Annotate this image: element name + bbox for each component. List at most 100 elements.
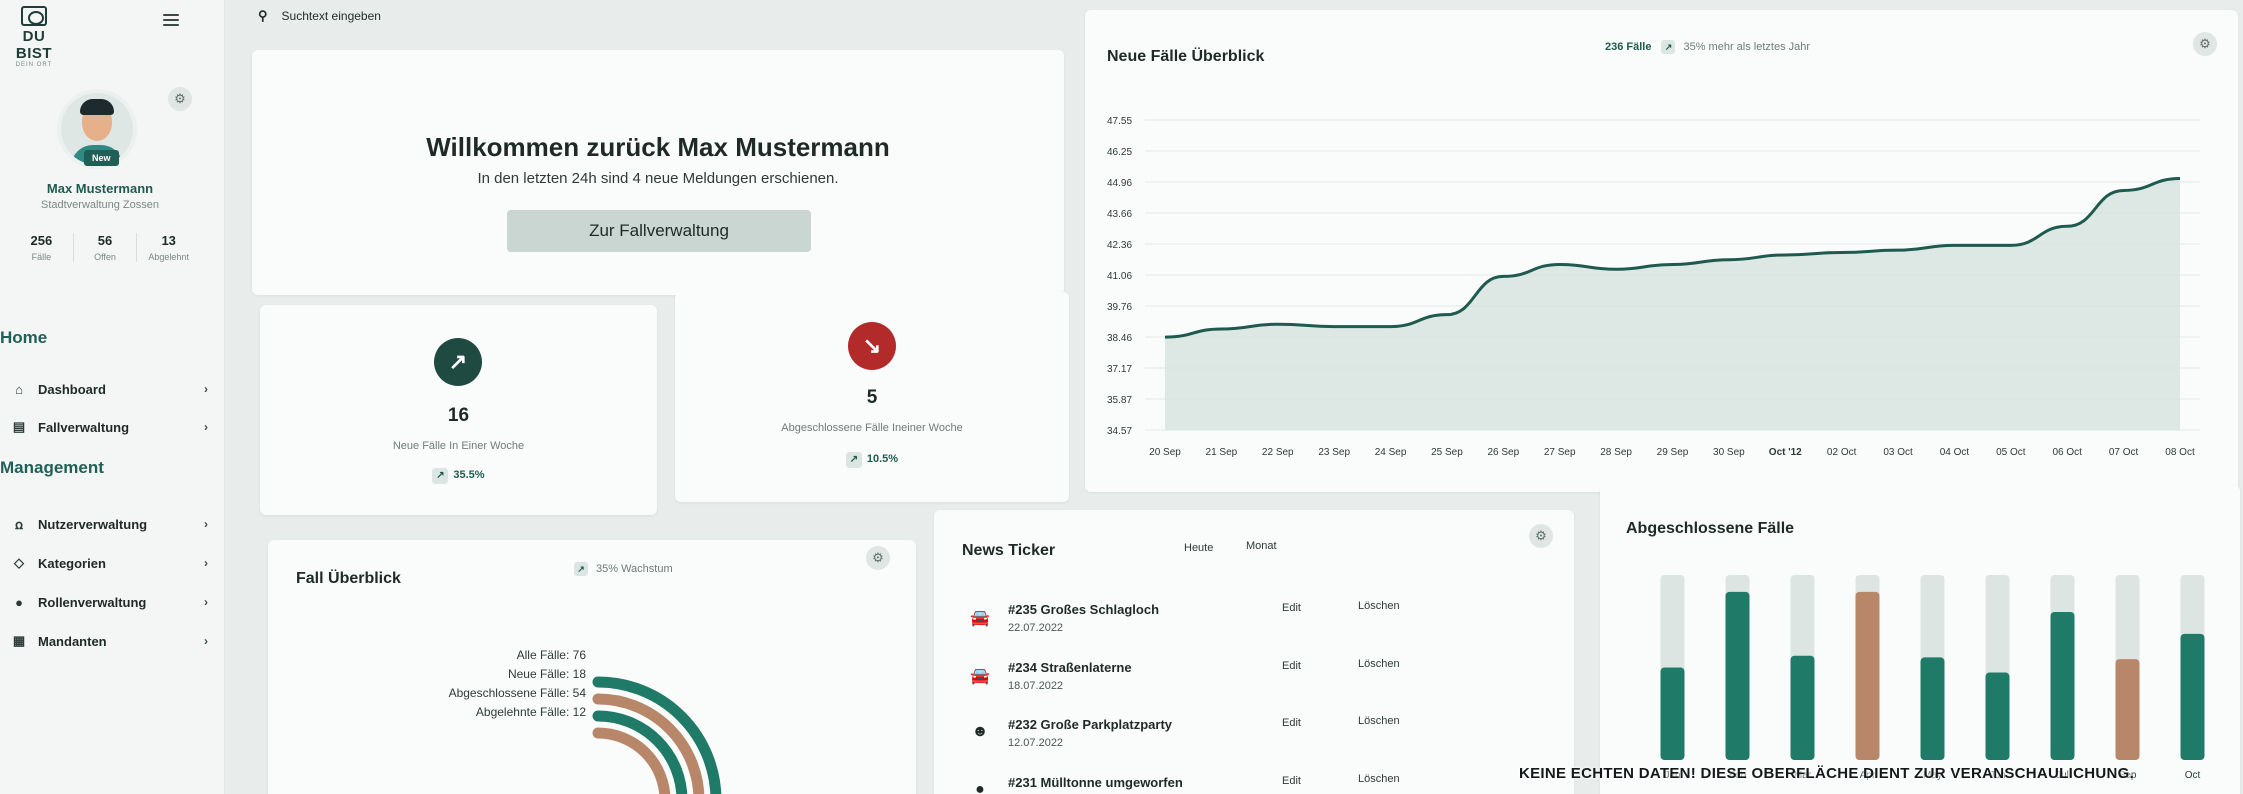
x-tick-label: 28 Sep — [1600, 447, 1632, 458]
news-item[interactable]: ☻ #232 Große Parkplatzparty 12.07.2022 E… — [968, 715, 1408, 765]
welcome-card: Willkommen zurück Max Mustermann In den … — [252, 50, 1064, 295]
profile-settings-gear-icon[interactable]: ⚙ — [168, 87, 192, 111]
bar — [1920, 657, 1945, 760]
bar — [1855, 591, 1880, 760]
logo-name: DU BIST — [15, 28, 53, 62]
news-item[interactable]: 🚘 #235 Großes Schlagloch 22.07.2022 Edit… — [968, 600, 1408, 650]
edit-button[interactable]: Edit — [1282, 775, 1301, 787]
sidebar-item-fallverwaltung[interactable]: ▤ Fallverwaltung › — [8, 415, 208, 439]
sidebar-item-dashboard[interactable]: ⌂ Dashboard › — [8, 377, 208, 401]
trend-up-icon: ↗ — [845, 452, 862, 468]
profile-stats: 256 Fälle 56 Offen 13 Abgelehnt — [10, 233, 200, 262]
news-item[interactable]: ● #231 Mülltonne umgeworfen Edit Löschen — [968, 773, 1408, 794]
x-tick-label: 26 Sep — [1487, 447, 1519, 458]
y-tick-label: 37.17 — [1107, 364, 1132, 375]
logo-icon — [21, 6, 47, 26]
arrow-up-right-icon: ↗ — [434, 338, 482, 386]
edit-button[interactable]: Edit — [1282, 602, 1301, 614]
disclaimer-text: KEINE ECHTEN DATEN! DIESE OBERFLÄCHE DIE… — [1519, 765, 2135, 782]
x-tick-label: 25 Sep — [1431, 447, 1463, 458]
kpi-value: 5 — [866, 387, 878, 408]
x-tick-label: Oct '12 — [1769, 447, 1802, 458]
line-chart: 47.55 46.25 44.96 43.66 42.36 41.06 39.76 38.46… — [1107, 116, 2200, 458]
y-tick-label: 42.36 — [1107, 240, 1132, 251]
tab-today[interactable]: Heute — [1184, 542, 1213, 554]
sidebar-item-label: Nutzerverwaltung — [38, 516, 148, 532]
x-tick-label: 03 Oct — [1883, 447, 1913, 458]
chevron-right-icon: › — [204, 382, 208, 396]
kpi-card-new-cases: ↗ 16 Neue Fälle In Einer Woche ↗ 35.5% — [260, 305, 657, 515]
sidebar-item-nutzerverwaltung[interactable]: ꭥ Nutzerverwaltung › — [8, 512, 208, 536]
x-tick-label: 08 Oct — [2165, 447, 2195, 458]
y-tick-label: 46.25 — [1107, 147, 1132, 158]
trend-up-icon: ↗ — [432, 468, 449, 484]
party-icon: ☻ — [971, 723, 989, 740]
x-tick-label: Oct — [2185, 770, 2201, 781]
tag-icon: ◇ — [14, 555, 24, 570]
area-fill — [1165, 178, 2180, 430]
search-icon: ⚲ — [258, 8, 268, 23]
x-tick-label: 27 Sep — [1544, 447, 1576, 458]
bar — [1985, 672, 2010, 760]
stat-open: 56 Offen — [74, 233, 138, 262]
radial-progress-chart — [592, 676, 722, 794]
news-ticker-card: News Ticker Heute Monat ⚙ 🚘 #235 Großes … — [934, 510, 1574, 794]
kpi-trend: ↗ 10.5% — [675, 452, 1069, 468]
stat-rejected: 13 Abgelehnt — [148, 233, 189, 262]
kpi-card-closed-cases: ↘ 5 Abgeschlossene Fälle Ineiner Woche ↗… — [675, 292, 1069, 502]
go-to-case-management-button[interactable]: Zur Fallverwaltung — [507, 210, 811, 252]
sidebar-item-label: Fallverwaltung — [38, 419, 130, 435]
sidebar-item-kategorien[interactable]: ◇ Kategorien › — [8, 551, 208, 575]
delete-button[interactable]: Löschen — [1358, 715, 1400, 727]
x-tick-label: 06 Oct — [2052, 447, 2082, 458]
x-tick-label: 23 Sep — [1318, 447, 1350, 458]
section-title-home: Home — [0, 328, 48, 347]
x-tick-label: 22 Sep — [1262, 447, 1294, 458]
y-tick-label: 43.66 — [1107, 209, 1132, 220]
user-role-icon: ● — [15, 594, 23, 610]
welcome-title: Willkommen zurück Max Mustermann — [426, 132, 890, 162]
closed-cases-card: Abgeschlossene Fälle Jan Feb Mar Apr May Jun J… — [1600, 485, 2240, 794]
kpi-label: Neue Fälle In Einer Woche — [392, 440, 525, 452]
profile-organization: Stadtverwaltung Zossen — [40, 199, 159, 211]
chevron-right-icon: › — [204, 517, 208, 531]
edit-button[interactable]: Edit — [1282, 660, 1301, 672]
y-tick-label: 41.06 — [1107, 271, 1132, 282]
hamburger-menu-icon[interactable] — [163, 14, 179, 29]
bar — [2115, 659, 2140, 760]
clipboard-icon: ▤ — [12, 419, 26, 434]
x-tick-label: 04 Oct — [1940, 447, 1970, 458]
bar — [1660, 667, 1685, 760]
delete-button[interactable]: Löschen — [1358, 773, 1400, 785]
section-title-management: Management — [0, 458, 104, 477]
search-bar[interactable]: ⚲ Suchtext eingeben — [258, 8, 381, 24]
trash-icon: ● — [975, 781, 985, 794]
news-item[interactable]: 🚘 #234 Straßenlaterne 18.07.2022 Edit Lö… — [968, 658, 1408, 708]
new-badge: New — [84, 150, 119, 166]
kpi-trend: ↗ 35.5% — [260, 468, 657, 484]
sidebar-item-mandanten[interactable]: ▦ Mandanten › — [8, 629, 208, 653]
users-icon: ꭥ — [15, 517, 23, 532]
kpi-value: 16 — [447, 405, 470, 426]
logo-subtitle: DEIN ORT — [15, 62, 53, 68]
car-icon: 🚘 — [970, 668, 990, 685]
y-tick-label: 38.46 — [1107, 333, 1132, 344]
x-tick-label: 24 Sep — [1375, 447, 1407, 458]
sidebar-item-rollenverwaltung[interactable]: ● Rollenverwaltung › — [8, 590, 208, 614]
x-tick-label: 21 Sep — [1206, 447, 1238, 458]
edit-button[interactable]: Edit — [1282, 717, 1301, 729]
x-tick-label: 07 Oct — [2109, 447, 2139, 458]
search-input[interactable]: Suchtext eingeben — [282, 9, 381, 23]
news-settings-gear-icon[interactable]: ⚙ — [1529, 524, 1553, 548]
x-tick-label: 05 Oct — [1996, 447, 2026, 458]
delete-button[interactable]: Löschen — [1358, 600, 1400, 612]
tab-month[interactable]: Monat — [1246, 540, 1277, 552]
delete-button[interactable]: Löschen — [1358, 658, 1400, 670]
y-tick-label: 47.55 — [1107, 116, 1132, 127]
bar — [1725, 591, 1750, 760]
kpi-label: Abgeschlossene Fälle Ineiner Woche — [781, 422, 963, 434]
car-icon: 🚘 — [970, 610, 990, 627]
x-tick-label: 02 Oct — [1827, 447, 1857, 458]
new-cases-chart-card: Neue Fälle Überblick 236 Fälle ↗ 35% meh… — [1085, 10, 2238, 492]
logo[interactable]: DU BIST DEIN ORT — [4, 6, 64, 68]
